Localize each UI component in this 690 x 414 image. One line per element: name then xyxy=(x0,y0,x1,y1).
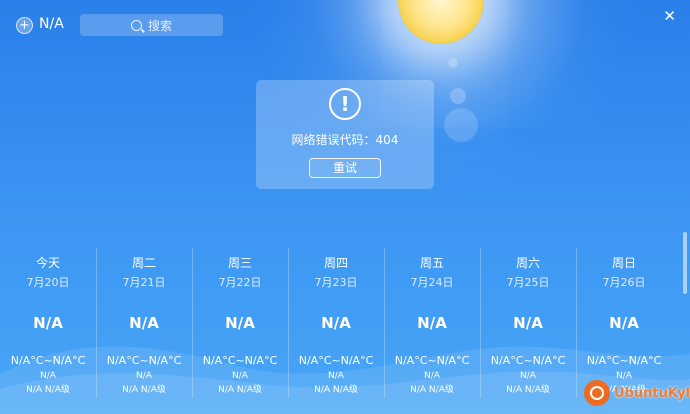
day-wind-direction: N/A xyxy=(136,371,152,381)
forecast-day: 周五 7月24日 N/A N/A°C~N/A°C N/A N/A N/A级 xyxy=(384,248,480,398)
current-city[interactable]: N/A xyxy=(39,16,64,32)
close-button[interactable]: ✕ xyxy=(663,7,676,25)
exclamation-circle-icon: ! xyxy=(329,88,361,120)
forecast-strip: 今天 7月20日 N/A N/A°C~N/A°C N/A N/A N/A级 周二… xyxy=(0,248,674,398)
day-condition: N/A xyxy=(225,314,255,332)
day-condition: N/A xyxy=(129,314,159,332)
day-wind-level: N/A N/A级 xyxy=(506,385,550,395)
day-name: 周三 xyxy=(227,256,252,270)
error-message: 网络错误代码：404 xyxy=(291,133,399,147)
day-wind-direction: N/A xyxy=(520,371,536,381)
day-temperature: N/A°C~N/A°C xyxy=(298,354,374,367)
day-wind-level: N/A N/A级 xyxy=(410,385,454,395)
forecast-day: 周六 7月25日 N/A N/A°C~N/A°C N/A N/A N/A级 xyxy=(480,248,576,398)
day-temperature: N/A°C~N/A°C xyxy=(106,354,182,367)
day-condition: N/A xyxy=(33,314,63,332)
forecast-day: 周四 7月23日 N/A N/A°C~N/A°C N/A N/A N/A级 xyxy=(288,248,384,398)
search-icon xyxy=(130,19,142,31)
forecast-day: 周三 7月22日 N/A N/A°C~N/A°C N/A N/A N/A级 xyxy=(192,248,288,398)
day-condition: N/A xyxy=(609,314,639,332)
day-name: 今天 xyxy=(35,256,60,270)
day-wind-direction: N/A xyxy=(40,371,56,381)
day-wind-level: N/A N/A级 xyxy=(314,385,358,395)
ubuntukylin-watermark: UbuntuKylin xyxy=(584,380,690,406)
day-name: 周五 xyxy=(419,256,444,270)
day-wind-direction: N/A xyxy=(424,371,440,381)
day-temperature: N/A°C~N/A°C xyxy=(490,354,566,367)
day-wind-level: N/A N/A级 xyxy=(26,385,70,395)
day-temperature: N/A°C~N/A°C xyxy=(394,354,470,367)
forecast-day: 周二 7月21日 N/A N/A°C~N/A°C N/A N/A N/A级 xyxy=(96,248,192,398)
add-city-button[interactable]: + xyxy=(16,17,33,34)
day-name: 周六 xyxy=(515,256,540,270)
day-wind-level: N/A N/A级 xyxy=(122,385,166,395)
day-temperature: N/A°C~N/A°C xyxy=(10,354,86,367)
retry-button[interactable]: 重试 xyxy=(309,158,381,178)
day-date: 7月23日 xyxy=(314,276,358,289)
error-panel: ! 网络错误代码：404 重试 xyxy=(256,80,434,189)
day-name: 周四 xyxy=(323,256,348,270)
day-name: 周日 xyxy=(611,256,636,270)
lens-flare xyxy=(444,108,478,142)
day-temperature: N/A°C~N/A°C xyxy=(586,354,662,367)
day-condition: N/A xyxy=(513,314,543,332)
day-date: 7月24日 xyxy=(410,276,454,289)
scrollbar[interactable] xyxy=(683,232,687,294)
day-wind-direction: N/A xyxy=(232,371,248,381)
day-wind-direction: N/A xyxy=(328,371,344,381)
day-temperature: N/A°C~N/A°C xyxy=(202,354,278,367)
day-date: 7月26日 xyxy=(602,276,646,289)
day-condition: N/A xyxy=(321,314,351,332)
day-date: 7月22日 xyxy=(218,276,262,289)
day-date: 7月25日 xyxy=(506,276,550,289)
plus-icon: + xyxy=(19,18,30,33)
day-condition: N/A xyxy=(417,314,447,332)
lens-flare xyxy=(450,88,466,104)
search-input[interactable]: 搜索 xyxy=(80,14,223,36)
day-date: 7月20日 xyxy=(26,276,70,289)
forecast-day: 今天 7月20日 N/A N/A°C~N/A°C N/A N/A N/A级 xyxy=(0,248,96,398)
forecast-day: 周日 7月26日 N/A N/A°C~N/A°C N/A N/A N/A级 xyxy=(576,248,672,398)
ubuntukylin-logo-icon xyxy=(584,380,610,406)
day-date: 7月21日 xyxy=(122,276,166,289)
search-placeholder: 搜索 xyxy=(147,18,172,33)
day-name: 周二 xyxy=(131,256,156,270)
day-wind-level: N/A N/A级 xyxy=(218,385,262,395)
watermark-text: UbuntuKylin xyxy=(614,385,690,401)
lens-flare xyxy=(448,58,458,68)
